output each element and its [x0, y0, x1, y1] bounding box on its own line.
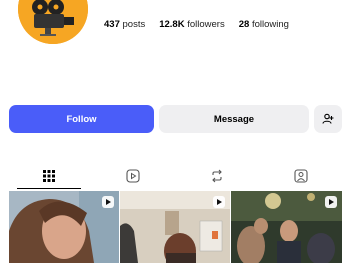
- tab-reposts[interactable]: [175, 163, 259, 189]
- following-count[interactable]: 28 following: [239, 19, 289, 30]
- grid-icon: [43, 170, 55, 182]
- follow-button-label: Follow: [66, 113, 97, 125]
- reposts-icon: [212, 169, 222, 183]
- reel-icon: [217, 199, 222, 205]
- add-person-icon: [322, 113, 334, 124]
- tab-reels[interactable]: [91, 163, 175, 189]
- post-thumbnail[interactable]: [120, 191, 230, 263]
- posts-count[interactable]: 437 posts: [104, 19, 145, 30]
- profile-tabs: [0, 163, 350, 189]
- profile-avatar[interactable]: [18, 0, 88, 44]
- tab-tagged[interactable]: [259, 163, 343, 189]
- post-thumbnail[interactable]: [231, 191, 342, 263]
- film-camera-avatar-icon: [18, 0, 88, 44]
- reel-icon: [106, 199, 111, 205]
- profile-stats: 437 posts 12.8K followers 28 following: [104, 19, 289, 30]
- add-user-button[interactable]: [314, 105, 342, 133]
- reels-icon: [126, 169, 140, 183]
- message-button[interactable]: Message: [159, 105, 309, 133]
- reel-indicator: [102, 196, 114, 208]
- followers-count[interactable]: 12.8K followers: [159, 19, 225, 30]
- post-thumbnail[interactable]: [9, 191, 119, 263]
- message-button-label: Message: [213, 113, 255, 125]
- reel-indicator: [325, 196, 337, 208]
- follow-button[interactable]: Follow: [9, 105, 154, 133]
- reel-icon: [329, 199, 334, 205]
- tab-posts-grid[interactable]: [7, 163, 91, 189]
- tagged-icon: [294, 169, 308, 183]
- posts-grid: [9, 191, 342, 263]
- reel-indicator: [213, 196, 225, 208]
